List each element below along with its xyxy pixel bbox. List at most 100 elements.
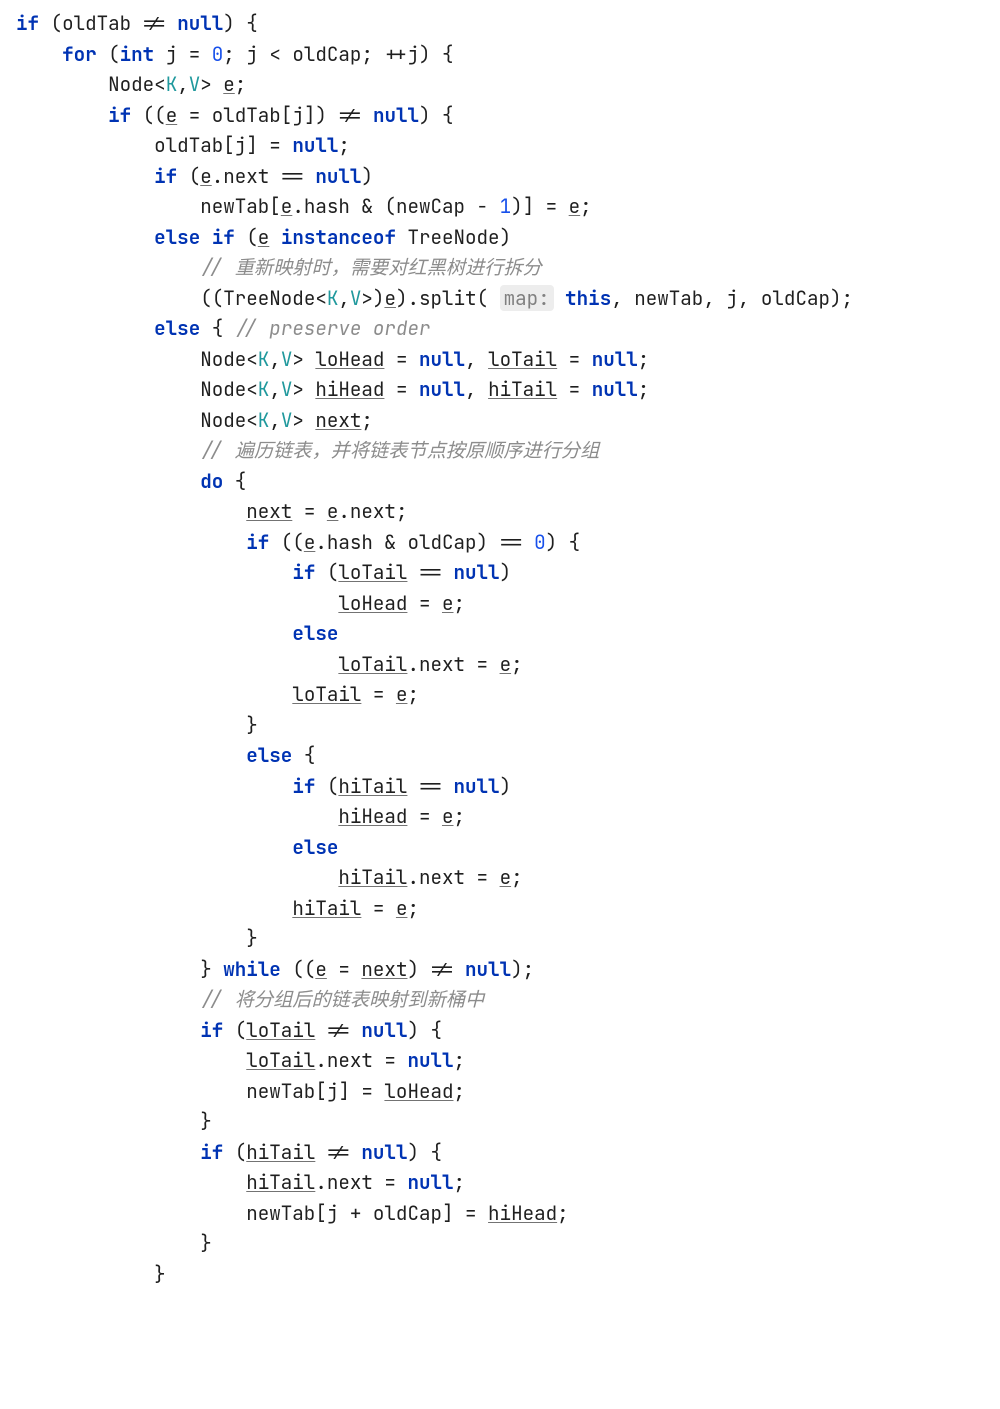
kw-null: null <box>419 376 465 402</box>
type-Node: Node <box>200 376 246 402</box>
id-j: j <box>166 41 178 67</box>
kw-if: if <box>246 529 269 555</box>
id-hiTail: hiTail <box>246 1169 315 1195</box>
id-j: j <box>235 132 247 158</box>
prop-next: next <box>327 1047 373 1073</box>
id-e: e <box>384 285 396 311</box>
type-V: V <box>350 285 362 311</box>
type-V: V <box>281 407 293 433</box>
prop-next: next <box>223 163 269 189</box>
kw-if: if <box>154 163 177 189</box>
kw-if: if <box>16 10 39 36</box>
kw-null: null <box>592 346 638 372</box>
comment-traverse: // 遍历链表，并将链表节点按原顺序进行分组 <box>200 437 599 463</box>
id-loTail: loTail <box>292 681 361 707</box>
kw-if: if <box>292 559 315 585</box>
id-e: e <box>500 651 512 677</box>
id-oldCap: oldCap <box>761 285 830 311</box>
id-e: e <box>396 681 408 707</box>
id-hiHead: hiHead <box>315 376 384 402</box>
type-K: K <box>258 407 270 433</box>
id-hiTail: hiTail <box>338 773 407 799</box>
comment-preserve-order: // preserve order <box>235 315 431 341</box>
id-loTail: loTail <box>338 559 407 585</box>
id-next: next <box>361 956 407 982</box>
param-hint-map: map: <box>500 285 554 311</box>
id-hiTail: hiTail <box>338 864 407 890</box>
prop-next: next <box>327 1169 373 1195</box>
kw-if: if <box>292 773 315 799</box>
kw-int: int <box>120 41 155 67</box>
id-loTail: loTail <box>246 1017 315 1043</box>
kw-else: else <box>154 315 200 341</box>
id-next: next <box>246 498 292 524</box>
kw-null: null <box>465 956 511 982</box>
id-e: e <box>327 498 339 524</box>
id-newTab: newTab <box>634 285 703 311</box>
code-block: if (oldTab != null) { for (int j = 0; j … <box>0 0 1000 1329</box>
id-hiHead: hiHead <box>338 803 407 829</box>
kw-null: null <box>407 1169 453 1195</box>
type-TreeNode: TreeNode <box>223 285 315 311</box>
type-K: K <box>258 346 270 372</box>
kw-null: null <box>315 163 361 189</box>
comment-map-new-bucket: // 将分组后的链表映射到新桶中 <box>200 986 484 1012</box>
method-split: split <box>419 285 477 311</box>
kw-else: else <box>292 620 338 646</box>
prop-next: next <box>419 864 465 890</box>
prop-next: next <box>350 498 396 524</box>
kw-null: null <box>177 10 223 36</box>
id-oldCap: oldCap <box>407 529 476 555</box>
kw-else: else <box>292 834 338 860</box>
kw-null: null <box>361 1017 407 1043</box>
id-loHead: loHead <box>384 1078 453 1104</box>
id-e: e <box>258 224 270 250</box>
id-e: e <box>569 193 581 219</box>
id-newTab: newTab <box>246 1078 315 1104</box>
kw-null: null <box>592 376 638 402</box>
id-hiTail: hiTail <box>292 895 361 921</box>
kw-null: null <box>373 102 419 128</box>
id-loHead: loHead <box>315 346 384 372</box>
id-j: j <box>408 41 420 67</box>
id-loTail: loTail <box>488 346 557 372</box>
id-oldTab: oldTab <box>154 132 223 158</box>
kw-null: null <box>419 346 465 372</box>
comment-tree-split: // 重新映射时，需要对红黑树进行拆分 <box>200 254 542 280</box>
type-V: V <box>281 376 293 402</box>
id-e: e <box>223 71 235 97</box>
id-newTab: newTab <box>246 1200 315 1226</box>
kw-null: null <box>454 773 500 799</box>
kw-else: else <box>154 224 200 250</box>
id-e: e <box>442 590 454 616</box>
id-e: e <box>315 956 327 982</box>
id-e: e <box>281 193 293 219</box>
id-j: j <box>726 285 738 311</box>
id-oldCap: oldCap <box>292 41 361 67</box>
type-TreeNode: TreeNode <box>407 224 499 250</box>
kw-if: if <box>200 1139 223 1165</box>
num-zero: 0 <box>534 529 546 555</box>
prop-hash: hash <box>327 529 373 555</box>
id-j: j <box>327 1078 339 1104</box>
id-e: e <box>304 529 316 555</box>
id-next: next <box>315 407 361 433</box>
kw-instanceof: instanceof <box>281 224 396 250</box>
kw-if: if <box>212 224 235 250</box>
type-V: V <box>281 346 293 372</box>
prop-next: next <box>419 651 465 677</box>
id-j: j <box>292 102 304 128</box>
kw-null: null <box>454 559 500 585</box>
type-V: V <box>189 71 201 97</box>
kw-if: if <box>108 102 131 128</box>
id-hiTail: hiTail <box>246 1139 315 1165</box>
kw-null: null <box>361 1139 407 1165</box>
kw-else: else <box>246 742 292 768</box>
kw-null: null <box>407 1047 453 1073</box>
type-Node: Node <box>108 71 154 97</box>
kw-null: null <box>292 132 338 158</box>
id-loTail: loTail <box>338 651 407 677</box>
type-Node: Node <box>200 407 246 433</box>
id-e: e <box>166 102 178 128</box>
type-Node: Node <box>200 346 246 372</box>
